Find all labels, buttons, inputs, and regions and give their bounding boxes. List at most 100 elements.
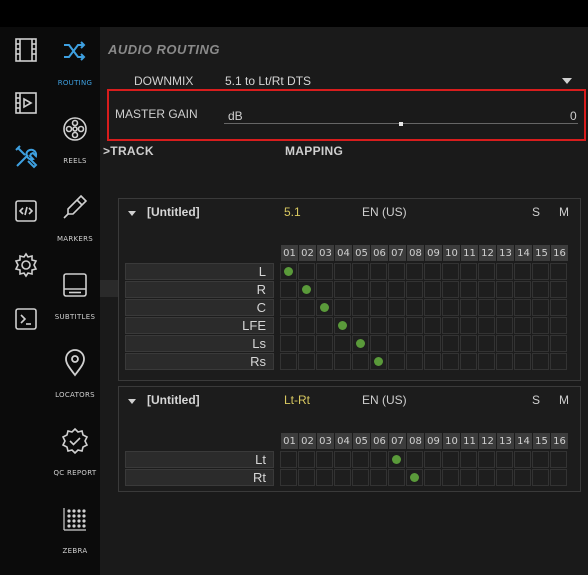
nav-item-reels[interactable]: REELS xyxy=(50,115,100,189)
routing-cell[interactable] xyxy=(550,299,567,316)
routing-cell-active[interactable] xyxy=(334,317,351,334)
routing-cell[interactable] xyxy=(460,263,477,280)
routing-cell[interactable] xyxy=(424,317,441,334)
routing-cell[interactable] xyxy=(316,263,333,280)
routing-cell[interactable] xyxy=(406,317,423,334)
routing-cell[interactable] xyxy=(298,469,315,486)
routing-cell[interactable] xyxy=(334,263,351,280)
routing-cell[interactable] xyxy=(514,281,531,298)
routing-cell[interactable] xyxy=(460,335,477,352)
routing-cell[interactable] xyxy=(298,299,315,316)
routing-cell[interactable] xyxy=(424,299,441,316)
routing-cell[interactable] xyxy=(442,469,459,486)
downmix-select[interactable]: 5.1 to Lt/Rt DTS xyxy=(225,74,311,88)
routing-cell[interactable] xyxy=(280,353,297,370)
routing-cell[interactable] xyxy=(514,469,531,486)
routing-cell[interactable] xyxy=(352,353,369,370)
routing-cell[interactable] xyxy=(442,317,459,334)
nav-item-subtitles[interactable]: SUBTITLES xyxy=(50,271,100,345)
routing-cell[interactable] xyxy=(514,263,531,280)
routing-cell[interactable] xyxy=(496,299,513,316)
routing-cell[interactable] xyxy=(478,451,495,468)
video-player-icon[interactable] xyxy=(9,88,43,118)
routing-cell[interactable] xyxy=(406,451,423,468)
routing-cell[interactable] xyxy=(352,299,369,316)
track-name[interactable]: [Untitled] xyxy=(147,393,200,407)
routing-cell[interactable] xyxy=(442,263,459,280)
routing-cell-active[interactable] xyxy=(298,281,315,298)
routing-cell[interactable] xyxy=(460,353,477,370)
solo-button[interactable]: S xyxy=(532,205,540,219)
routing-cell[interactable] xyxy=(478,353,495,370)
routing-cell[interactable] xyxy=(334,299,351,316)
routing-cell[interactable] xyxy=(352,451,369,468)
routing-cell[interactable] xyxy=(352,263,369,280)
solo-button[interactable]: S xyxy=(532,393,540,407)
routing-cell[interactable] xyxy=(478,469,495,486)
routing-cell[interactable] xyxy=(460,299,477,316)
routing-cell[interactable] xyxy=(550,353,567,370)
routing-cell[interactable] xyxy=(550,263,567,280)
routing-cell[interactable] xyxy=(352,317,369,334)
tools-icon[interactable] xyxy=(9,142,43,172)
routing-cell[interactable] xyxy=(550,451,567,468)
routing-cell[interactable] xyxy=(532,353,549,370)
nav-item-locators[interactable]: LOCATORS xyxy=(50,349,100,423)
routing-cell[interactable] xyxy=(478,317,495,334)
routing-cell[interactable] xyxy=(424,469,441,486)
routing-cell[interactable] xyxy=(514,451,531,468)
routing-cell[interactable] xyxy=(316,281,333,298)
routing-cell[interactable] xyxy=(280,451,297,468)
routing-cell[interactable] xyxy=(532,335,549,352)
routing-cell[interactable] xyxy=(352,281,369,298)
routing-cell[interactable] xyxy=(532,263,549,280)
routing-cell[interactable] xyxy=(406,281,423,298)
nav-item-zebra[interactable]: ZEBRA xyxy=(50,505,100,575)
nav-item-routing[interactable]: ROUTING xyxy=(50,37,100,111)
routing-cell[interactable] xyxy=(460,469,477,486)
routing-cell[interactable] xyxy=(478,281,495,298)
routing-cell[interactable] xyxy=(406,299,423,316)
chevron-down-icon[interactable] xyxy=(562,78,572,84)
routing-cell[interactable] xyxy=(406,335,423,352)
routing-cell[interactable] xyxy=(406,263,423,280)
routing-cell[interactable] xyxy=(514,299,531,316)
collapse-triangle-icon[interactable] xyxy=(128,211,136,216)
routing-cell[interactable] xyxy=(424,281,441,298)
routing-cell-active[interactable] xyxy=(352,335,369,352)
routing-cell[interactable] xyxy=(388,353,405,370)
routing-cell[interactable] xyxy=(424,353,441,370)
routing-cell[interactable] xyxy=(532,469,549,486)
routing-cell[interactable] xyxy=(298,335,315,352)
routing-cell-active[interactable] xyxy=(280,263,297,280)
routing-cell[interactable] xyxy=(460,317,477,334)
routing-cell[interactable] xyxy=(514,353,531,370)
nav-item-markers[interactable]: MARKERS xyxy=(50,193,100,267)
code-icon[interactable] xyxy=(9,196,43,226)
routing-cell[interactable] xyxy=(442,281,459,298)
routing-cell[interactable] xyxy=(442,299,459,316)
routing-cell[interactable] xyxy=(496,451,513,468)
routing-cell[interactable] xyxy=(370,299,387,316)
routing-cell[interactable] xyxy=(424,335,441,352)
routing-cell[interactable] xyxy=(298,353,315,370)
routing-cell[interactable] xyxy=(334,451,351,468)
routing-cell[interactable] xyxy=(316,353,333,370)
routing-cell[interactable] xyxy=(442,335,459,352)
routing-cell-active[interactable] xyxy=(316,299,333,316)
routing-cell[interactable] xyxy=(370,469,387,486)
mute-button[interactable]: M xyxy=(559,205,569,219)
routing-cell[interactable] xyxy=(496,353,513,370)
routing-cell[interactable] xyxy=(388,263,405,280)
routing-cell[interactable] xyxy=(280,299,297,316)
routing-cell-active[interactable] xyxy=(388,451,405,468)
routing-cell[interactable] xyxy=(280,281,297,298)
routing-cell[interactable] xyxy=(478,263,495,280)
routing-cell-active[interactable] xyxy=(370,353,387,370)
routing-cell[interactable] xyxy=(280,469,297,486)
film-strip-icon[interactable] xyxy=(9,35,43,65)
routing-cell[interactable] xyxy=(316,335,333,352)
routing-cell[interactable] xyxy=(316,317,333,334)
routing-cell[interactable] xyxy=(514,335,531,352)
routing-cell-active[interactable] xyxy=(406,469,423,486)
